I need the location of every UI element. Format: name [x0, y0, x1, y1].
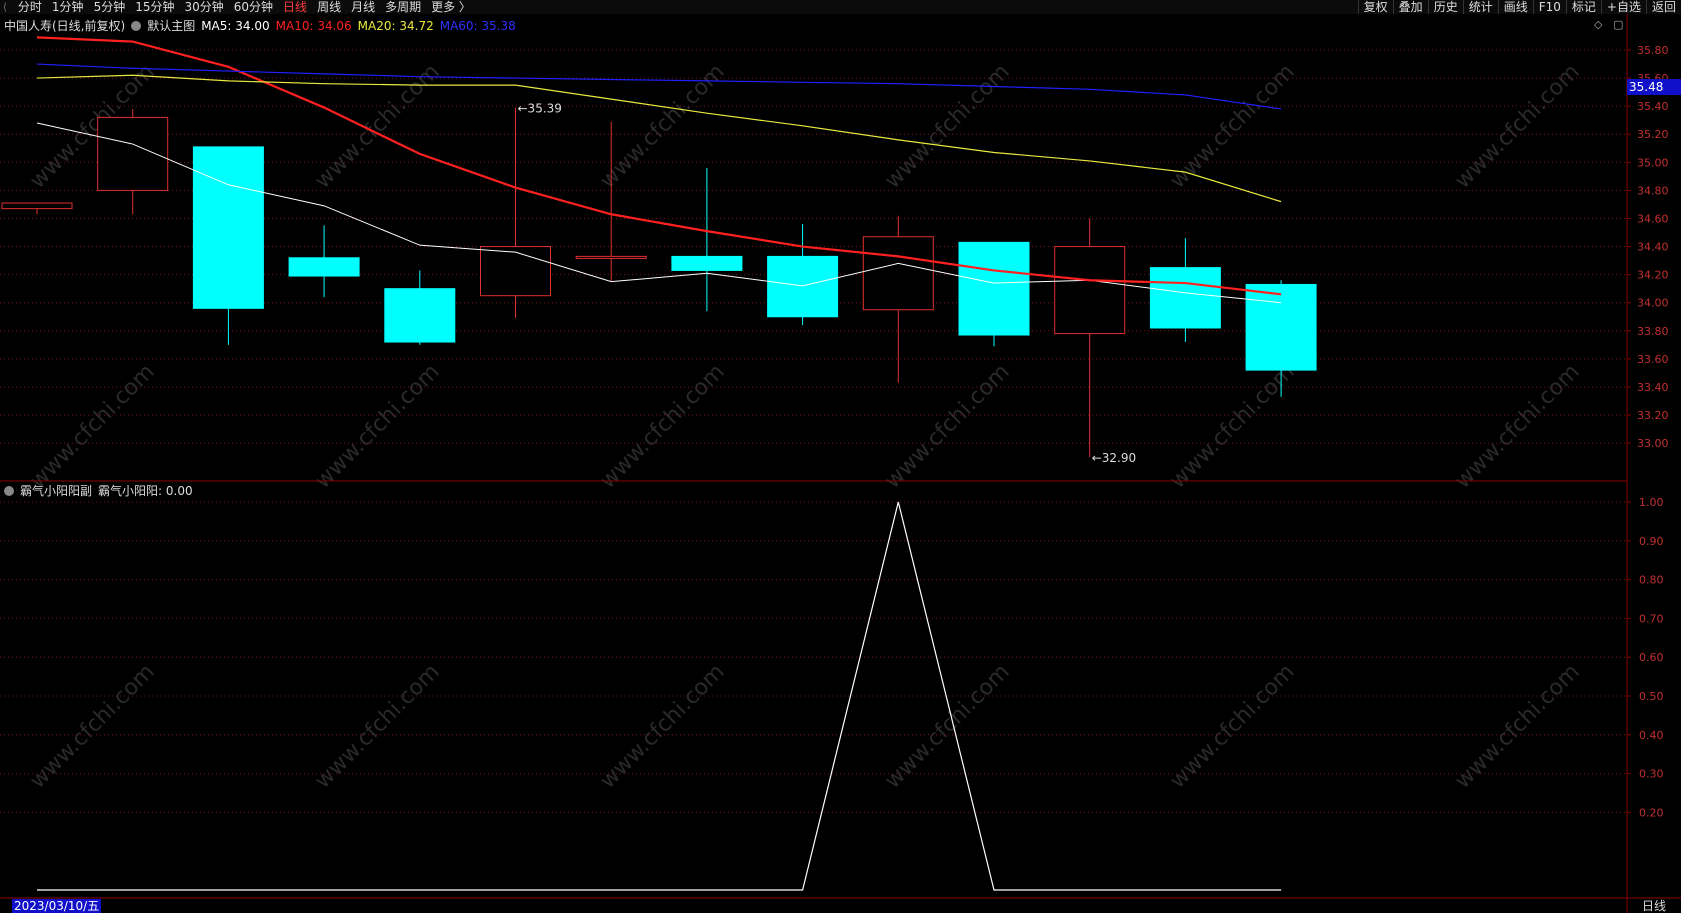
watermark-text: www.cfchi.com	[880, 59, 1014, 193]
candle-body	[1149, 267, 1221, 329]
cursor-date: 2023/03/10/五	[12, 899, 102, 913]
candle-body	[1054, 246, 1126, 335]
ma20-label: MA20: 34.72	[357, 18, 434, 33]
kline-chart[interactable]: www.cfchi.com www.cfchi.com www.cfchi.com w…	[0, 0, 1681, 913]
main-tick-label: 34.20	[1637, 269, 1669, 282]
period-indicator: 日线	[1642, 899, 1667, 913]
watermark-text: www.cfchi.com	[1165, 359, 1299, 493]
template-toggle-icon[interactable]	[131, 20, 142, 31]
watermark-text: www.cfchi.com	[310, 59, 444, 193]
sub-tick-label: 0.40	[1639, 729, 1664, 742]
candle-body	[480, 246, 551, 297]
sub-tick-label: 0.20	[1639, 806, 1664, 819]
sub-legend: 霸气小阳阳副 霸气小阳阳: 0.00	[4, 482, 199, 499]
template-label[interactable]: 默认主图	[147, 17, 195, 34]
sub-tick-label: 0.60	[1639, 651, 1664, 664]
indicator-line	[37, 501, 1282, 891]
current-price-flag: 35.48	[1627, 79, 1681, 95]
watermark-text: www.cfchi.com	[595, 359, 729, 493]
sub-tick-label: 0.90	[1639, 535, 1664, 548]
indicator-value: 霸气小阳阳: 0.00	[98, 484, 193, 498]
main-tick-label: 34.60	[1637, 212, 1669, 225]
main-tick-label: 35.00	[1637, 156, 1669, 169]
main-tick-label: 33.60	[1637, 353, 1669, 366]
watermark-text: www.cfchi.com	[310, 359, 444, 493]
watermark-text: www.cfchi.com	[1450, 59, 1584, 193]
candle-body	[1, 202, 73, 210]
candle-body	[288, 257, 360, 277]
diamond-icon[interactable]: ◇	[1594, 18, 1602, 31]
main-tick-label: 34.00	[1637, 297, 1669, 310]
panel-corner-icons: ◇ ▢	[1594, 18, 1623, 31]
indicator-name[interactable]: 霸气小阳阳副	[20, 482, 92, 499]
sub-tick-label: 1.00	[1639, 496, 1664, 509]
high-annotation: ←35.39	[518, 102, 562, 116]
main-tick-label: 34.80	[1637, 184, 1669, 197]
candle-body	[575, 255, 647, 259]
candle-body	[862, 236, 934, 311]
indicator-toggle-icon[interactable]	[4, 485, 14, 496]
watermark-text: www.cfchi.com	[595, 659, 729, 793]
sub-tick-label: 0.50	[1639, 690, 1664, 703]
watermark-text: www.cfchi.com	[1450, 359, 1584, 493]
main-legend: 中国人寿(日线,前复权) 默认主图 MA5: 34.00 MA10: 34.06…	[4, 17, 522, 34]
sub-tick-label: 0.80	[1639, 574, 1664, 587]
main-tick-label: 33.20	[1637, 409, 1669, 422]
candle-body	[1245, 283, 1317, 371]
candle-body	[767, 255, 839, 318]
main-tick-label: 35.40	[1637, 100, 1669, 113]
ma5-label: MA5: 34.00	[201, 18, 270, 33]
watermark-text: www.cfchi.com	[25, 359, 159, 493]
stock-title: 中国人寿(日线,前复权)	[4, 19, 126, 33]
ma60-label: MA60: 35.38	[439, 18, 516, 33]
low-annotation: ←32.90	[1092, 451, 1136, 465]
main-tick-label: 33.00	[1637, 437, 1669, 450]
candle-body	[97, 116, 169, 191]
main-tick-label: 33.80	[1637, 325, 1669, 338]
main-tick-label: 35.80	[1637, 44, 1669, 57]
candle-body	[958, 241, 1030, 336]
watermark-text: www.cfchi.com	[880, 359, 1014, 493]
sub-tick-label: 0.70	[1639, 612, 1664, 625]
watermark-text: www.cfchi.com	[1165, 59, 1299, 193]
main-tick-label: 33.40	[1637, 381, 1669, 394]
candle-body	[384, 288, 456, 343]
candle-body	[192, 146, 264, 309]
main-tick-label: 35.20	[1637, 128, 1669, 141]
sub-tick-label: 0.30	[1639, 768, 1664, 781]
main-tick-label: 34.40	[1637, 241, 1669, 254]
ma-line-ma60	[36, 63, 1282, 110]
ma10-label: MA10: 34.06	[275, 18, 352, 33]
candle-body	[671, 255, 743, 271]
maximize-icon[interactable]: ▢	[1613, 18, 1623, 31]
